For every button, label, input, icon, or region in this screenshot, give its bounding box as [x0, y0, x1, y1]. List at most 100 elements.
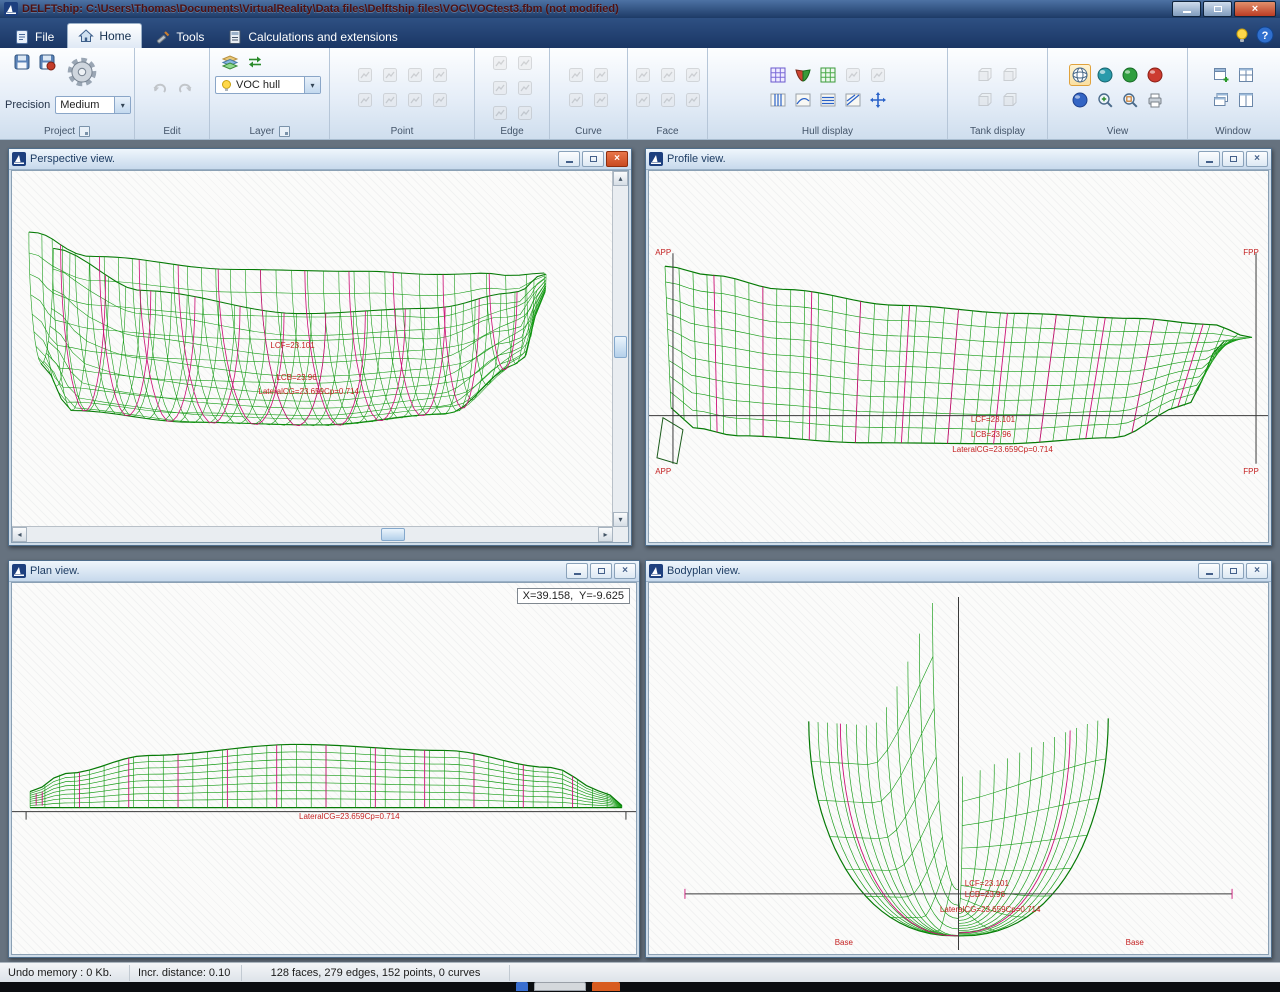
perspective-canvas[interactable] — [12, 171, 613, 530]
maximize-button[interactable] — [1203, 1, 1232, 17]
remove-face-icon[interactable] — [682, 89, 704, 111]
zoom-in-icon[interactable] — [1094, 89, 1116, 111]
plan-canvas[interactable] — [12, 583, 636, 954]
print-icon[interactable] — [1144, 89, 1166, 111]
scroll-down-button[interactable]: ▾ — [613, 512, 628, 527]
tab-home[interactable]: Home — [67, 23, 142, 48]
split-window-icon[interactable] — [1235, 89, 1257, 111]
invert-face-icon[interactable] — [657, 64, 679, 86]
tanks-icon[interactable] — [974, 64, 996, 86]
taskbar-item[interactable] — [516, 982, 528, 991]
insert-edge-plane-icon[interactable] — [489, 102, 511, 124]
profile-maximize-button[interactable] — [1222, 151, 1244, 167]
bodyplan-minimize-button[interactable] — [1198, 563, 1220, 579]
title-bar[interactable]: DELFTship: C:\Users\Thomas\Documents\Vir… — [0, 0, 1280, 18]
scroll-up-button[interactable]: ▴ — [613, 171, 628, 186]
tank-outline-icon[interactable] — [974, 89, 996, 111]
scroll-left-button[interactable]: ◂ — [12, 527, 27, 542]
plan-view-titlebar[interactable]: Plan view. × — [9, 561, 639, 582]
zebra-shading-icon[interactable] — [1144, 64, 1166, 86]
tab-calculations[interactable]: Calculations and extensions — [217, 25, 407, 48]
environment-map-icon[interactable] — [1069, 89, 1091, 111]
bodyplan-close-button[interactable]: × — [1246, 563, 1268, 579]
stations-icon[interactable] — [767, 89, 789, 111]
project-point-icon[interactable] — [429, 64, 451, 86]
control-curves-icon[interactable] — [842, 64, 864, 86]
mirror-face-icon[interactable] — [682, 64, 704, 86]
auto-group-layers-icon[interactable] — [244, 51, 266, 73]
add-curve-icon[interactable] — [565, 64, 587, 86]
undo-icon[interactable] — [149, 77, 171, 99]
control-net-icon[interactable] — [767, 64, 789, 86]
new-face-icon[interactable] — [632, 64, 654, 86]
minimize-button[interactable] — [1172, 1, 1201, 17]
both-sides-icon[interactable] — [792, 64, 814, 86]
perspective-view-titlebar[interactable]: Perspective view. × — [9, 149, 631, 170]
profile-view-titlebar[interactable]: Profile view. × — [646, 149, 1271, 170]
tank-shade-icon[interactable] — [999, 89, 1021, 111]
precision-dropdown-arrow-icon[interactable]: ▾ — [114, 97, 130, 113]
diagonals-icon[interactable] — [842, 89, 864, 111]
taskbar-item[interactable] — [534, 982, 586, 991]
new-window-icon[interactable] — [1210, 64, 1232, 86]
vertical-scrollbar-track[interactable] — [613, 186, 628, 512]
vertical-scrollbar-thumb[interactable] — [614, 336, 627, 358]
remove-edge-icon[interactable] — [514, 102, 536, 124]
redo-icon[interactable] — [174, 77, 196, 99]
hint-lightbulb-icon[interactable] — [1233, 26, 1251, 44]
profile-viewport[interactable]: APPFPPLCF=23.101LCB=23.96LateralCG=23.65… — [648, 170, 1269, 543]
rotate-face-icon[interactable] — [657, 89, 679, 111]
tab-tools[interactable]: Tools — [145, 25, 214, 48]
developability-icon[interactable] — [1119, 64, 1141, 86]
interior-edges-icon[interactable] — [817, 64, 839, 86]
plan-viewport[interactable]: LateralCG=23.659Cp=0.714 X=39.158, Y=-9.… — [11, 582, 637, 955]
bodyplan-viewport[interactable]: LCF=23.101LCB=23.96LateralCG=23.659Cp=0.… — [648, 582, 1269, 955]
help-icon[interactable]: ? — [1256, 26, 1274, 44]
tank-sections-icon[interactable] — [999, 64, 1021, 86]
perspective-viewport[interactable]: LCF=23.101LCB=23.96LateralCG=23.659Cp=0.… — [11, 170, 629, 543]
intersect-point-icon[interactable] — [379, 89, 401, 111]
curvature-plot-icon[interactable] — [565, 89, 587, 111]
horizontal-scrollbar-thumb[interactable] — [381, 528, 405, 541]
fair-curve-icon[interactable] — [590, 64, 612, 86]
precision-dropdown[interactable]: Medium ▾ — [55, 96, 131, 114]
taskbar-item[interactable] — [592, 982, 620, 991]
plan-maximize-button[interactable] — [590, 563, 612, 579]
surface-normals-icon[interactable] — [867, 64, 889, 86]
remove-point-icon[interactable] — [429, 89, 451, 111]
tab-file[interactable]: File — [4, 25, 64, 48]
extrude-edge-icon[interactable] — [489, 52, 511, 74]
tile-windows-icon[interactable] — [1235, 64, 1257, 86]
collapse-point-icon[interactable] — [379, 64, 401, 86]
layers-icon[interactable] — [219, 51, 241, 73]
shade-icon[interactable] — [1094, 64, 1116, 86]
layer-dropdown-arrow-icon[interactable]: ▾ — [304, 77, 320, 93]
save-icon[interactable] — [11, 51, 33, 73]
profile-close-button[interactable]: × — [1246, 151, 1268, 167]
layer-dialog-launcher-icon[interactable] — [279, 126, 290, 137]
remove-curve-icon[interactable] — [590, 89, 612, 111]
bodyplan-view-titlebar[interactable]: Bodyplan view. × — [646, 561, 1271, 582]
collapse-edge-icon[interactable] — [489, 77, 511, 99]
perspective-maximize-button[interactable] — [582, 151, 604, 167]
project-dialog-launcher-icon[interactable] — [79, 126, 90, 137]
save-as-icon[interactable] — [36, 51, 58, 73]
layer-dropdown[interactable]: VOC hull ▾ — [215, 76, 321, 94]
perspective-close-button[interactable]: × — [606, 151, 628, 167]
bodyplan-canvas[interactable] — [649, 583, 1268, 954]
attach-face-icon[interactable] — [632, 89, 654, 111]
close-button[interactable]: × — [1234, 1, 1276, 17]
horizontal-scrollbar-track[interactable] — [27, 527, 598, 542]
split-edge-icon[interactable] — [514, 52, 536, 74]
plan-close-button[interactable]: × — [614, 563, 636, 579]
wireframe-icon[interactable] — [1069, 64, 1091, 86]
hydrostatic-features-icon[interactable] — [867, 89, 889, 111]
perspective-minimize-button[interactable] — [558, 151, 580, 167]
vertical-scrollbar[interactable]: ▴ ▾ — [612, 171, 628, 527]
crease-edge-icon[interactable] — [514, 77, 536, 99]
zoom-extents-icon[interactable] — [1119, 89, 1141, 111]
bodyplan-maximize-button[interactable] — [1222, 563, 1244, 579]
lock-points-icon[interactable] — [404, 89, 426, 111]
horizontal-scrollbar[interactable]: ◂ ▸ — [12, 526, 613, 542]
buttocks-icon[interactable] — [792, 89, 814, 111]
